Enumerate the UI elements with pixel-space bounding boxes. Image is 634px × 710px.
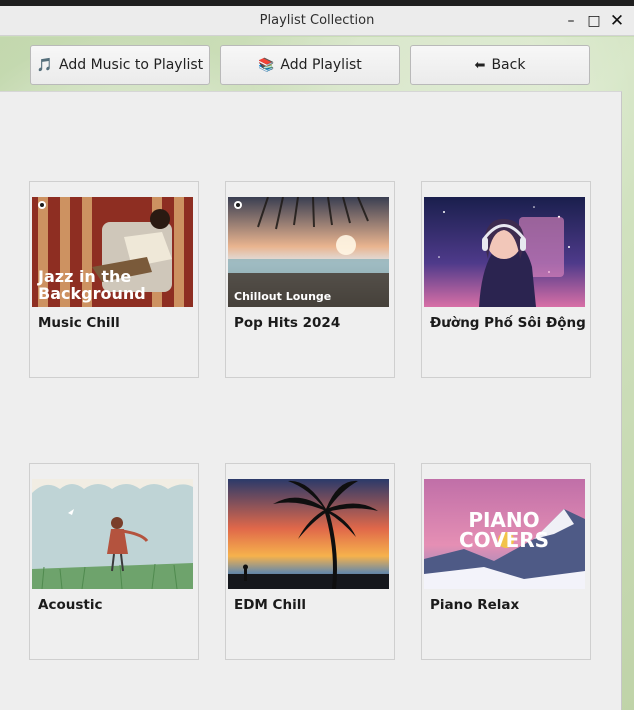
- add-playlist-button[interactable]: 📚 Add Playlist: [220, 45, 400, 85]
- playlist-cover: [228, 479, 389, 589]
- playlist-card-duong-pho-soi-dong[interactable]: Đường Phố Sôi Động: [421, 181, 591, 378]
- playlist-card-pop-hits-2024[interactable]: Chillout Lounge Pop Hits 2024: [225, 181, 395, 378]
- books-icon: 📚: [258, 57, 275, 73]
- playlist-name: Đường Phố Sôi Động: [430, 315, 586, 331]
- playlist-cover: [32, 479, 193, 589]
- back-label: Back: [491, 57, 526, 73]
- playlist-name: Piano Relax: [430, 597, 520, 613]
- playlist-name: Acoustic: [38, 597, 103, 613]
- playlist-card-music-chill[interactable]: Jazz in the Background Music Chill: [29, 181, 199, 378]
- playlist-name: EDM Chill: [234, 597, 306, 613]
- playlist-cover: [424, 197, 585, 307]
- playlist-name: Pop Hits 2024: [234, 315, 341, 331]
- playlist-grid: Jazz in the Background Music Chill Chill…: [0, 91, 622, 710]
- cover-text-line-1: Chillout Lounge: [234, 290, 331, 303]
- left-arrow-icon: ⬅: [474, 57, 486, 73]
- playlist-cover: PIANO COVERS: [424, 479, 585, 589]
- add-music-to-playlist-button[interactable]: 🎵 Add Music to Playlist: [30, 45, 210, 85]
- playlist-cover: Jazz in the Background: [32, 197, 193, 307]
- cover-text-line-2: Background: [38, 284, 146, 303]
- playlist-card-piano-relax[interactable]: PIANO COVERS Piano Relax: [421, 463, 591, 660]
- window-title: Playlist Collection: [259, 13, 375, 28]
- playlist-card-edm-chill[interactable]: EDM Chill: [225, 463, 395, 660]
- playlist-card-acoustic[interactable]: Acoustic: [29, 463, 199, 660]
- close-button[interactable]: ✕: [608, 11, 626, 31]
- cover-text-line-2: COVERS: [459, 528, 549, 552]
- minimize-button[interactable]: –: [562, 12, 580, 30]
- title-bar: Playlist Collection – □ ✕: [0, 6, 634, 36]
- playlist-name: Music Chill: [38, 315, 120, 331]
- add-music-label: Add Music to Playlist: [59, 57, 204, 73]
- add-playlist-label: Add Playlist: [280, 57, 362, 73]
- back-button[interactable]: ⬅ Back: [410, 45, 590, 85]
- playlist-cover: Chillout Lounge: [228, 197, 389, 307]
- music-note-icon: 🎵: [36, 57, 54, 73]
- maximize-button[interactable]: □: [585, 12, 603, 30]
